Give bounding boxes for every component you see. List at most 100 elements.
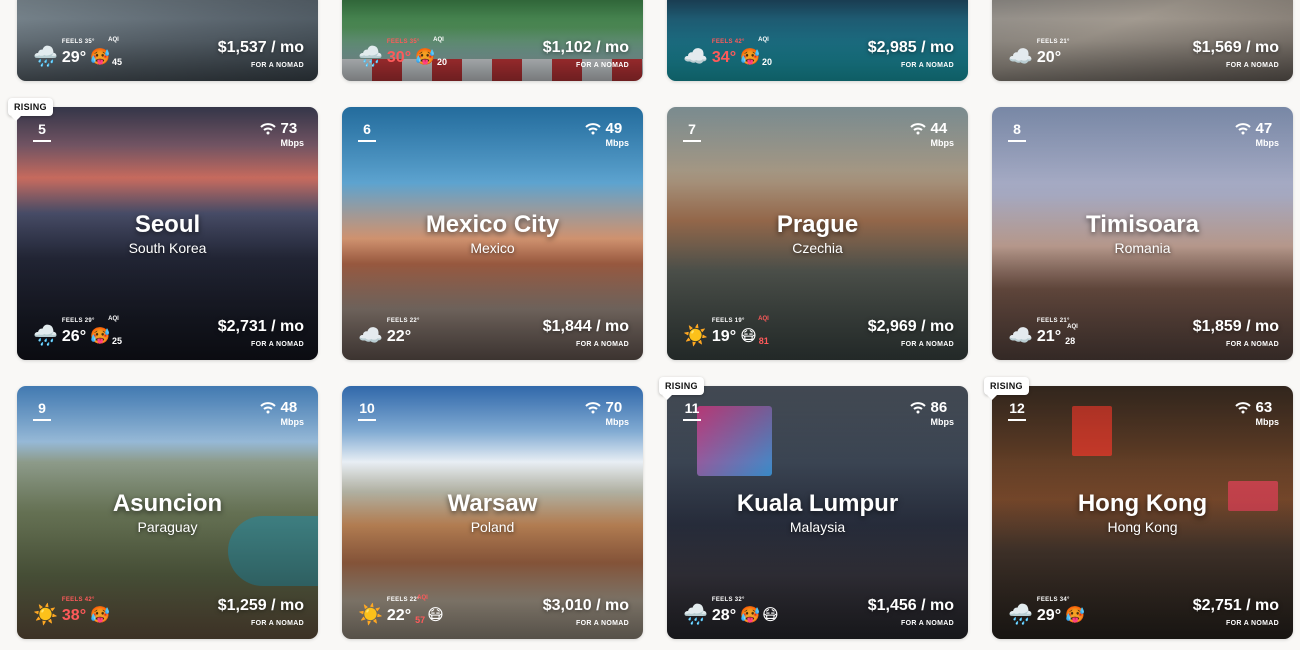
wifi-icon [1234,123,1251,135]
hot-face-icon: 🥵 [90,49,111,66]
monthly-cost: $1,844 / mo [542,318,629,335]
temperature: 19° [711,328,737,345]
temperature: 22° [386,607,412,624]
city-card-timisoara[interactable]: 8 47 Mbps Timisoara Romania ☁️ FEELS 21° … [992,107,1293,360]
hot-face-icon: 🥵 [90,328,111,345]
city-card-3[interactable]: ☁️ FEELS 42° 34° 🥵 AQI 20 $2,985 / mo FO… [667,0,968,81]
for-nomad-label: FOR A NOMAD [251,341,304,348]
weather-info: 🌧️ FEELS 32° 28° 🥵 😷 [683,597,779,625]
rank-number: 9 [33,400,51,421]
city-name: Kuala Lumpur [736,490,899,517]
city-card-4[interactable]: ☁️ FEELS 21° 20° $1,569 / mo FOR A NOMAD [992,0,1293,81]
aqi-value: 25 [112,336,123,346]
city-card-seoul[interactable]: 5 73 Mbps Seoul South Korea 🌧️ FEELS 29° … [17,107,318,360]
city-name: Timisoara [1086,211,1199,238]
hot-face-icon: 🥵 [740,49,761,66]
country-name: Mexico [470,240,515,256]
monthly-cost: $1,569 / mo [1192,39,1279,56]
city-card-hong-kong[interactable]: 12 63 Mbps Hong Kong Hong Kong 🌧️ FEELS 3… [992,386,1293,639]
rank-number: 11 [683,400,701,421]
internet-speed: 70 Mbps [584,399,629,427]
city-name: Mexico City [425,211,560,238]
city-name: Seoul [134,211,201,238]
city-card-1[interactable]: 🌧️ FEELS 35° 29° 🥵 AQI 45 $1,537 / mo FO… [17,0,318,81]
aqi-value: 81 [758,336,769,346]
monthly-cost: $2,751 / mo [1192,597,1279,614]
feels-like: FEELS 32° [711,597,745,603]
weather-info: 🌧️ FEELS 34° 29° 🥵 [1008,597,1085,626]
rank-number: 7 [683,121,701,142]
for-nomad-label: FOR A NOMAD [576,341,629,348]
rank-number: 5 [33,121,51,142]
city-card-mexico-city[interactable]: 6 49 Mbps Mexico City Mexico ☁️ FEELS 22°… [342,107,643,360]
hot-face-icon: 🥵 [740,607,761,624]
weather-info: 🌧️ FEELS 35° 30° 🥵 AQI 20 [358,37,448,68]
city-card-asuncion[interactable]: 9 48 Mbps Asuncion Paraguay ☀️ FEELS 42° … [17,386,318,639]
hot-face-icon: 🥵 [415,49,436,66]
for-nomad-label: FOR A NOMAD [251,620,304,627]
temperature: 20° [1036,49,1062,66]
wifi-icon [584,402,601,414]
city-card-prague[interactable]: 7 44 Mbps Prague Czechia ☀️ FEELS 19° 19°… [667,107,968,360]
rank-number: 12 [1008,400,1026,421]
mask-face-icon: 😷 [762,607,779,624]
weather-info: ☁️ FEELS 21° 20° [1008,39,1069,68]
for-nomad-label: FOR A NOMAD [1226,62,1279,69]
feels-like: FEELS 35° [386,39,420,45]
monthly-cost: $1,859 / mo [1192,318,1279,335]
rank-number: 10 [358,400,376,421]
monthly-cost: $2,731 / mo [217,318,304,335]
internet-speed: 49 Mbps [584,120,629,148]
city-name: Warsaw [447,490,538,517]
temperature: 38° [61,607,87,624]
temperature: 26° [61,328,87,345]
wifi-icon [1234,402,1251,414]
cloud-icon: ☁️ [358,325,383,347]
monthly-cost: $2,985 / mo [867,39,954,56]
hot-face-icon: 🥵 [90,607,111,624]
for-nomad-label: FOR A NOMAD [251,62,304,69]
internet-speed: 48 Mbps [259,399,304,427]
sun-icon: ☀️ [683,325,708,347]
wifi-icon [259,123,276,135]
temperature: 21° [1036,328,1062,345]
city-card-kuala-lumpur[interactable]: 11 86 Mbps Kuala Lumpur Malaysia 🌧️ FEELS… [667,386,968,639]
monthly-cost: $1,259 / mo [217,597,304,614]
cloud-icon: ☁️ [1008,46,1033,68]
city-card-warsaw[interactable]: 10 70 Mbps Warsaw Poland ☀️ FEELS 22° 22°… [342,386,643,639]
feels-like: FEELS 22° [386,318,420,324]
temperature: 28° [711,607,737,624]
rising-badge: RISING [659,377,704,400]
feels-like: FEELS 21° [1036,318,1070,324]
monthly-cost: $2,969 / mo [867,318,954,335]
country-name: Poland [470,519,515,535]
weather-info: ☀️ FEELS 19° 19° 😷 AQI 81 [683,316,769,347]
monthly-cost: $1,102 / mo [542,39,629,56]
mbps-value: 49 [605,120,623,137]
rising-badge: RISING [984,377,1029,400]
feels-like: FEELS 21° [1036,39,1070,45]
rank-number: 6 [358,121,376,142]
for-nomad-label: FOR A NOMAD [901,620,954,627]
feels-like: FEELS 42° [711,39,745,45]
feels-like: FEELS 22° [386,597,420,603]
city-card-2[interactable]: 🌧️ FEELS 35° 30° 🥵 AQI 20 $1,102 / mo FO… [342,0,643,81]
weather-info: ☁️ FEELS 22° 22° [358,318,419,347]
mbps-value: 63 [1255,399,1273,416]
monthly-cost: $1,456 / mo [867,597,954,614]
rain-cloud-icon: 🌧️ [33,46,58,68]
mask-face-icon: 😷 [740,328,757,345]
for-nomad-label: FOR A NOMAD [1226,341,1279,348]
rain-cloud-icon: 🌧️ [1008,604,1033,626]
aqi-value: 28 [1065,336,1076,346]
for-nomad-label: FOR A NOMAD [576,62,629,69]
monthly-cost: $1,537 / mo [217,39,304,56]
city-name: Asuncion [112,490,223,517]
internet-speed: 63 Mbps [1234,399,1279,427]
weather-info: 🌧️ FEELS 29° 26° 🥵 AQI 25 [33,316,123,347]
aqi-value: 45 [112,57,123,67]
temperature: 29° [1036,607,1062,624]
aqi-value: 20 [762,57,773,67]
internet-speed: 86 Mbps [909,399,954,427]
weather-info: ☀️ FEELS 22° 22° AQI 57 😷 [358,595,444,626]
